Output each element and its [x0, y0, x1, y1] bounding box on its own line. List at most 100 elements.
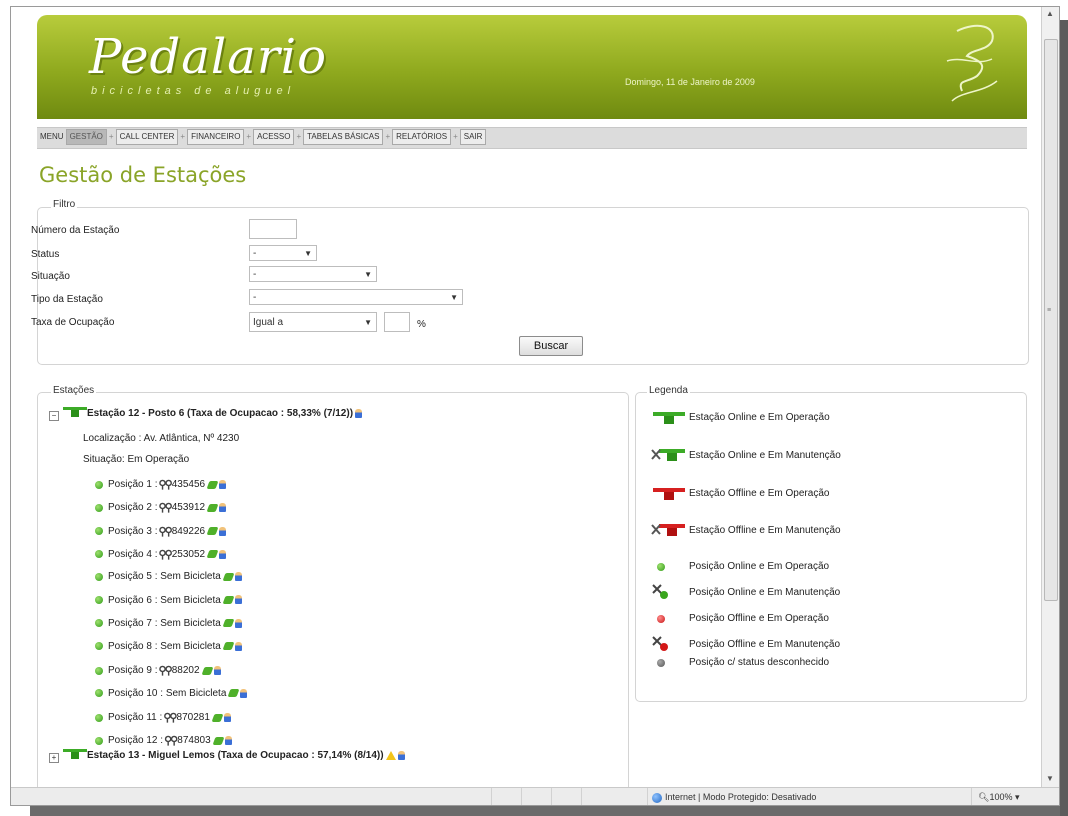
position-online-operating-icon — [95, 550, 103, 559]
position-row[interactable]: Posição 3 : ⚲⚲ 849226 — [95, 525, 227, 538]
menu-separator: + — [108, 132, 114, 141]
position-online-operating-icon — [95, 642, 103, 651]
position-row[interactable]: Posição 9 : ⚲⚲ 88202 — [95, 664, 221, 677]
position-label: Posição 10 : Sem Bicicleta — [108, 687, 227, 699]
position-row[interactable]: Posição 2 : ⚲⚲ 453912 — [95, 501, 227, 514]
position-row[interactable]: Posição 7 : Sem Bicicleta — [95, 618, 242, 629]
taxa-operator-select[interactable]: Igual a ▼ — [249, 312, 377, 332]
position-label: Posição 4 : — [108, 549, 158, 561]
user-icon[interactable] — [224, 736, 232, 746]
collapse-station-12-toggle[interactable]: − — [49, 411, 59, 421]
user-icon[interactable] — [219, 503, 227, 513]
taxa-value-input[interactable] — [384, 312, 410, 332]
connector-icon[interactable] — [222, 619, 235, 628]
menu-item-financeiro[interactable]: FINANCEIRO — [187, 129, 245, 145]
position-offline-maintenance-icon — [652, 636, 668, 651]
bike-number[interactable]: 870281 — [177, 712, 210, 723]
zoom-control[interactable]: 🔍︎100% ▾ — [971, 788, 1048, 805]
station-13-title-text: Estação 13 - Miguel Lemos (Taxa de Ocupa… — [87, 750, 384, 761]
vertical-scrollbar[interactable]: ▲ ≡ ▼ — [1041, 7, 1059, 787]
position-online-operating-icon — [95, 736, 103, 745]
position-row[interactable]: Posição 11 : ⚲⚲ 870281 — [95, 711, 231, 724]
position-row[interactable]: Posição 1 : ⚲⚲ 435456 — [95, 478, 227, 491]
position-row[interactable]: Posição 5 : Sem Bicicleta — [95, 571, 242, 582]
zoom-icon: 🔍︎ — [978, 792, 990, 802]
station-online-operating-icon — [653, 412, 685, 424]
user-icon[interactable] — [234, 618, 242, 628]
scroll-up-icon[interactable]: ▲ — [1046, 9, 1054, 18]
user-icon[interactable] — [234, 595, 242, 605]
numero-input[interactable] — [249, 219, 297, 239]
position-row[interactable]: Posição 12 : ⚲⚲ 874803 — [95, 734, 232, 747]
user-icon[interactable] — [219, 526, 227, 536]
menu-item-gestao[interactable]: GESTÃO — [65, 129, 107, 145]
user-icon[interactable] — [223, 713, 231, 722]
legend-item: Posição c/ status desconhecido — [689, 657, 830, 668]
buscar-button[interactable]: Buscar — [519, 336, 583, 356]
position-row[interactable]: Posição 8 : Sem Bicicleta — [95, 641, 242, 652]
bike-number[interactable]: 874803 — [177, 735, 210, 746]
position-online-operating-icon — [95, 480, 103, 489]
bike-number[interactable]: 849226 — [172, 526, 205, 537]
position-label: Posição 5 : Sem Bicicleta — [108, 571, 221, 583]
connector-icon[interactable] — [206, 550, 219, 559]
user-icon[interactable] — [213, 666, 221, 676]
station-online-operating-icon — [63, 749, 87, 759]
menu-item-call-center[interactable]: CALL CENTER — [115, 129, 179, 145]
site-tagline: bicicletas de aluguel — [91, 85, 296, 97]
position-online-operating-icon — [95, 527, 103, 536]
user-icon[interactable] — [234, 572, 242, 582]
connector-icon[interactable] — [222, 595, 235, 604]
menu-item-tabelas-basicas[interactable]: TABELAS BÁSICAS — [303, 129, 384, 145]
bike-number[interactable]: 88202 — [172, 666, 200, 677]
legend-item: Estação Online e Em Operação — [689, 412, 830, 423]
security-zone[interactable]: Internet | Modo Protegido: Desativado — [647, 788, 952, 805]
position-online-operating-icon — [95, 619, 103, 628]
connector-icon[interactable] — [201, 666, 213, 675]
station-12-title[interactable]: Estação 12 - Posto 6 (Taxa de Ocupacao :… — [87, 408, 363, 419]
connector-icon[interactable] — [206, 527, 219, 536]
menu-label: MENU — [40, 132, 64, 141]
legend-item: Estação Offline e Em Manutenção — [689, 525, 841, 536]
position-online-operating-icon — [95, 572, 103, 581]
tipo-select[interactable]: - ▼ — [249, 289, 463, 305]
user-icon[interactable] — [234, 641, 242, 651]
bike-number[interactable]: 453912 — [172, 502, 205, 513]
menu-item-sair[interactable]: SAIR — [459, 129, 487, 145]
menu-separator: + — [180, 132, 186, 141]
situacao-select[interactable]: - ▼ — [249, 266, 377, 282]
connector-icon[interactable] — [227, 689, 240, 698]
user-icon[interactable] — [219, 549, 227, 559]
scroll-down-icon[interactable]: ▼ — [1046, 774, 1054, 783]
connector-icon[interactable] — [206, 503, 219, 512]
position-row[interactable]: Posição 10 : Sem Bicicleta — [95, 687, 248, 699]
user-icon[interactable] — [355, 408, 363, 418]
position-online-operating-icon — [657, 563, 665, 571]
menu-item-acesso[interactable]: ACESSO — [253, 129, 295, 145]
position-offline-operating-icon — [657, 615, 665, 623]
menu-separator: + — [385, 132, 391, 141]
statusbar-cell — [521, 788, 552, 805]
menu-item-relatorios[interactable]: RELATÓRIOS — [392, 129, 452, 145]
warning-icon — [385, 750, 396, 760]
user-icon[interactable] — [219, 480, 227, 489]
bike-number[interactable]: 253052 — [172, 549, 205, 560]
user-icon[interactable] — [240, 688, 248, 698]
bicycle-icon: ⚲⚲ — [157, 479, 173, 491]
user-icon[interactable] — [397, 750, 405, 760]
connector-icon[interactable] — [222, 572, 235, 581]
connector-icon[interactable] — [212, 736, 225, 745]
station-online-maintenance-icon — [651, 449, 685, 461]
connector-icon[interactable] — [211, 713, 224, 722]
position-label: Posição 12 : — [108, 735, 164, 747]
connector-icon[interactable] — [222, 642, 235, 651]
site-logo[interactable]: Pedalario — [89, 29, 327, 85]
station-13-title[interactable]: Estação 13 - Miguel Lemos (Taxa de Ocupa… — [87, 750, 405, 761]
position-row[interactable]: Posição 4 : ⚲⚲ 253052 — [95, 548, 227, 561]
status-select[interactable]: - ▼ — [249, 245, 317, 261]
scrollbar-thumb[interactable] — [1044, 39, 1058, 601]
bike-number[interactable]: 435456 — [172, 479, 205, 490]
expand-station-13-toggle[interactable]: + — [49, 753, 59, 763]
position-row[interactable]: Posição 6 : Sem Bicicleta — [95, 595, 242, 606]
connector-icon[interactable] — [206, 480, 219, 489]
